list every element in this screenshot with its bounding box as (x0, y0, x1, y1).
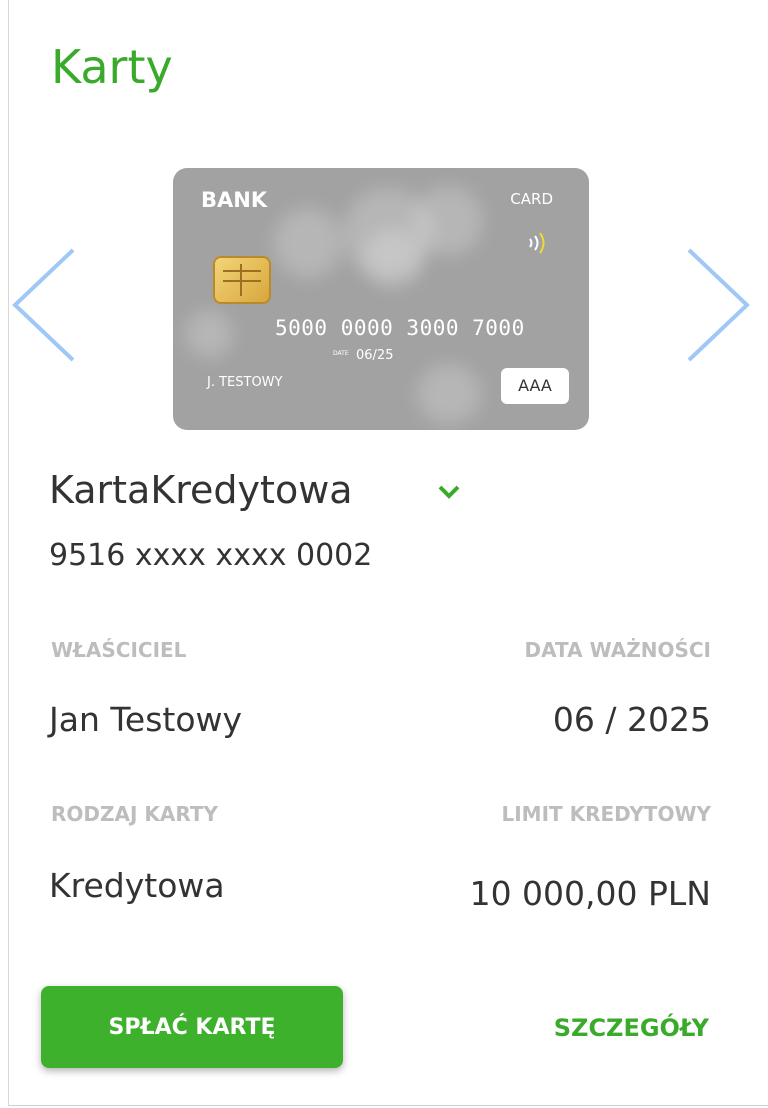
chevron-left-icon (12, 248, 75, 362)
card-type-label: RODZAJ KARTY (51, 802, 218, 826)
next-card-button[interactable] (683, 246, 753, 364)
card-type-value: Kredytowa (49, 866, 225, 905)
cards-widget: Karty BANK CARD 5000 0000 3000 7000 DATE… (8, 0, 768, 1106)
card-bubble (363, 228, 423, 288)
chevron-down-icon[interactable] (437, 484, 461, 500)
card-masked-number: 9516 xxxx xxxx 0002 (49, 538, 373, 573)
widget-title: Karty (51, 40, 173, 94)
card-date-label: DATE (333, 350, 349, 357)
contactless-icon (529, 232, 545, 254)
card-bubble (413, 186, 483, 256)
owner-label: WŁAŚCICIEL (51, 638, 187, 662)
chip-icon (213, 256, 271, 304)
chevron-right-icon (687, 248, 750, 362)
card-bubble (417, 364, 481, 424)
card-name-selector[interactable]: KartaKredytowa (49, 468, 353, 512)
owner-value: Jan Testowy (49, 700, 243, 739)
card-image[interactable]: BANK CARD 5000 0000 3000 7000 DATE 06/25… (173, 168, 589, 430)
expiry-value: 06 / 2025 (552, 700, 711, 739)
card-bubble (185, 310, 233, 358)
card-bubble (273, 208, 343, 278)
card-visual-holder: J. TESTOWY (207, 375, 283, 390)
expiry-label: DATA WAŻNOŚCI (524, 638, 711, 662)
credit-limit-value: 10 000,00 PLN (469, 874, 711, 913)
card-type-label: CARD (510, 190, 553, 208)
card-visual-number: 5000 0000 3000 7000 (275, 316, 525, 340)
card-brand-badge: AAA (501, 368, 569, 404)
details-link[interactable]: SZCZEGÓŁY (479, 1014, 709, 1042)
pay-card-button[interactable]: SPŁAĆ KARTĘ (41, 986, 343, 1068)
card-bank-label: BANK (201, 188, 268, 212)
previous-card-button[interactable] (9, 246, 79, 364)
credit-limit-label: LIMIT KREDYTOWY (501, 802, 711, 826)
card-visual-date: 06/25 (356, 348, 394, 363)
